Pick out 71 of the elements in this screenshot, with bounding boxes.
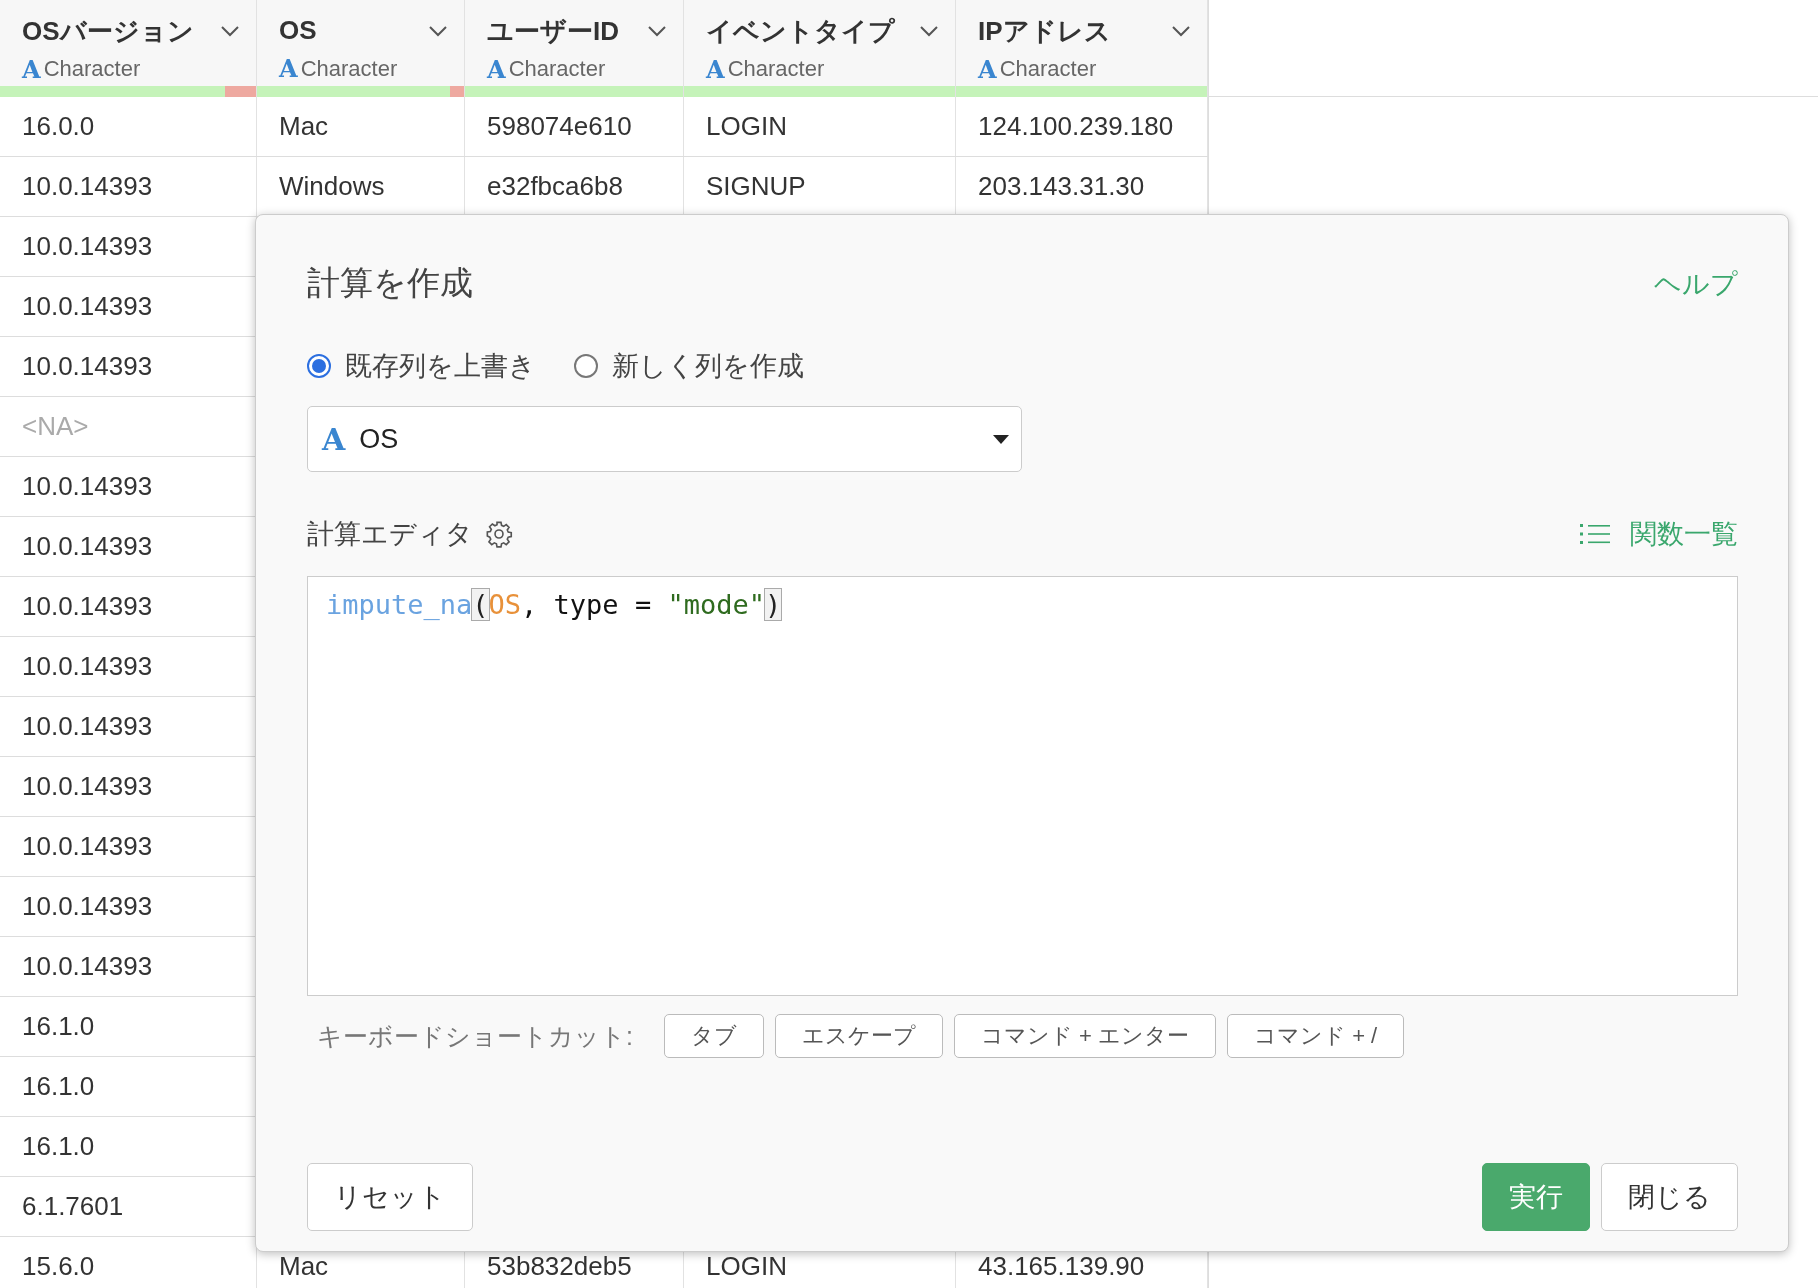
code-editor[interactable]: impute_na(OS, type = "mode"): [307, 576, 1738, 996]
table-cell: 16.1.0: [22, 1071, 95, 1102]
table-cell: 16.1.0: [22, 1011, 95, 1042]
shortcut-key: コマンド + エンター: [953, 1014, 1217, 1058]
table-cell: 10.0.14393: [22, 291, 153, 322]
list-icon[interactable]: [1580, 523, 1610, 545]
table-cell: 124.100.239.180: [978, 111, 1174, 142]
column-header[interactable]: イベントタイプ: [706, 13, 895, 49]
table-cell: 10.0.14393: [22, 951, 153, 982]
column-type: Character: [727, 56, 825, 83]
chevron-down-icon[interactable]: [428, 24, 448, 37]
radio-button[interactable]: [307, 354, 331, 378]
caret-icon: [993, 434, 1009, 444]
table-cell: 10.0.14393: [22, 531, 153, 562]
editor-label: 計算エディタ: [307, 518, 473, 551]
shortcut-key: エスケープ: [774, 1014, 943, 1058]
column-type: Character: [999, 56, 1097, 83]
table-cell: 16.1.0: [22, 1131, 95, 1162]
radio-label[interactable]: 既存列を上書き: [345, 348, 536, 384]
table-cell: LOGIN: [706, 111, 787, 142]
shortcut-key: タブ: [663, 1014, 764, 1058]
table-cell: 10.0.14393: [22, 711, 153, 742]
table-cell: 10.0.14393: [22, 891, 153, 922]
table-cell: 10.0.14393: [22, 651, 153, 682]
table-cell: Mac: [279, 111, 329, 142]
settings-icon[interactable]: [485, 520, 513, 548]
column-dropdown[interactable]: A OS: [307, 406, 1022, 472]
table-cell: 203.143.31.30: [978, 171, 1145, 202]
table-cell: 10.0.14393: [22, 231, 153, 262]
table-cell: 43.165.139.90: [978, 1251, 1145, 1282]
type-icon: A: [978, 54, 997, 84]
column-type: Character: [300, 55, 398, 82]
dialog-button[interactable]: 閉じる: [1601, 1163, 1738, 1231]
dialog-button[interactable]: リセット: [307, 1163, 473, 1231]
table-cell: 10.0.14393: [22, 471, 153, 502]
chevron-down-icon[interactable]: [919, 25, 939, 37]
table-cell: 598074e610: [487, 111, 632, 142]
table-cell: e32fbca6b8: [487, 171, 623, 202]
table-cell: 6.1.7601: [22, 1191, 124, 1222]
column-header[interactable]: OS: [279, 15, 317, 47]
column-type: Character: [508, 56, 606, 83]
radio-button[interactable]: [574, 354, 598, 378]
table-cell: 10.0.14393: [22, 171, 153, 202]
table-cell: 10.0.14393: [22, 351, 153, 382]
radio-label[interactable]: 新しく列を作成: [612, 348, 804, 384]
type-icon: A: [279, 54, 298, 84]
table-cell: LOGIN: [706, 1251, 787, 1282]
chevron-down-icon[interactable]: [220, 25, 240, 37]
dialog-title: 計算を作成: [307, 263, 473, 303]
column-header[interactable]: ユーザーID: [487, 13, 619, 49]
chevron-down-icon[interactable]: [1171, 25, 1191, 37]
shortcut-key: コマンド + /: [1227, 1014, 1405, 1058]
type-icon: A: [706, 54, 725, 84]
table-cell: 15.6.0: [22, 1251, 95, 1282]
table-cell: Mac: [279, 1251, 329, 1282]
table-cell: SIGNUP: [706, 171, 806, 202]
table-cell: 10.0.14393: [22, 771, 153, 802]
code-line: impute_na(OS, type = "mode"): [326, 588, 782, 622]
table-cell: 16.0.0: [22, 111, 95, 142]
column-header[interactable]: OSバージョン: [22, 13, 194, 49]
type-icon: A: [487, 54, 506, 84]
shortcuts-label: キーボードショートカット:: [317, 1020, 633, 1052]
column-header[interactable]: IPアドレス: [978, 13, 1111, 49]
column-type: Character: [43, 56, 141, 83]
table-cell: 53b832deb5: [487, 1251, 632, 1282]
chevron-down-icon[interactable]: [647, 25, 667, 37]
table-cell: <NA>: [22, 411, 89, 442]
table-cell: 10.0.14393: [22, 831, 153, 862]
type-icon: A: [22, 54, 41, 84]
table-cell: 10.0.14393: [22, 591, 153, 622]
table-cell: Windows: [279, 171, 385, 202]
